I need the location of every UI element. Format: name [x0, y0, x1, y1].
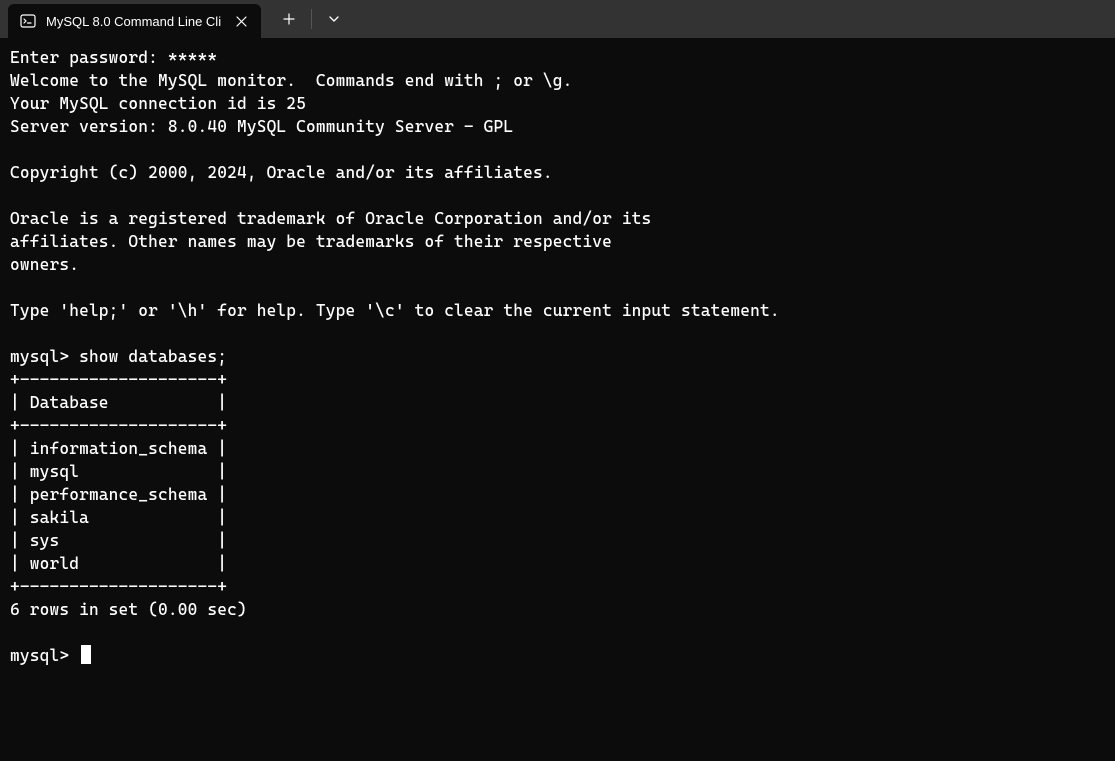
new-tab-button[interactable] — [267, 0, 311, 38]
terminal-icon — [20, 13, 36, 29]
table-row: | world | — [10, 554, 227, 573]
terminal-line: Copyright (c) 2000, 2024, Oracle and/or … — [10, 163, 553, 182]
table-row: | information_schema | — [10, 439, 227, 458]
tab-active[interactable]: MySQL 8.0 Command Line Cli — [8, 4, 261, 38]
terminal-line: owners. — [10, 255, 79, 274]
table-row: | sys | — [10, 531, 227, 550]
table-row: | sakila | — [10, 508, 227, 527]
table-header: | Database | — [10, 393, 227, 412]
table-border: +--------------------+ — [10, 370, 227, 389]
terminal-line: affiliates. Other names may be trademark… — [10, 232, 612, 251]
terminal-prompt: mysql> — [10, 646, 79, 665]
terminal-line: Oracle is a registered trademark of Orac… — [10, 209, 651, 228]
terminal-line: Welcome to the MySQL monitor. Commands e… — [10, 71, 572, 90]
terminal-output[interactable]: Enter password: ***** Welcome to the MyS… — [0, 38, 1115, 675]
table-row: | performance_schema | — [10, 485, 227, 504]
titlebar: MySQL 8.0 Command Line Cli — [0, 0, 1115, 38]
titlebar-actions — [267, 0, 356, 38]
tab-dropdown-button[interactable] — [312, 0, 356, 38]
plus-icon — [283, 13, 295, 25]
cursor — [81, 645, 91, 664]
table-row: | mysql | — [10, 462, 227, 481]
table-border: +--------------------+ — [10, 416, 227, 435]
result-summary: 6 rows in set (0.00 sec) — [10, 600, 247, 619]
terminal-line: Server version: 8.0.40 MySQL Community S… — [10, 117, 513, 136]
chevron-down-icon — [328, 13, 340, 25]
close-tab-button[interactable] — [231, 11, 251, 31]
terminal-line: Type 'help;' or '\h' for help. Type '\c'… — [10, 301, 780, 320]
terminal-line: Enter password: ***** — [10, 48, 217, 67]
table-border: +--------------------+ — [10, 577, 227, 596]
tab-title: MySQL 8.0 Command Line Cli — [46, 14, 221, 29]
terminal-prompt-line: mysql> show databases; — [10, 347, 227, 366]
terminal-line: Your MySQL connection id is 25 — [10, 94, 306, 113]
